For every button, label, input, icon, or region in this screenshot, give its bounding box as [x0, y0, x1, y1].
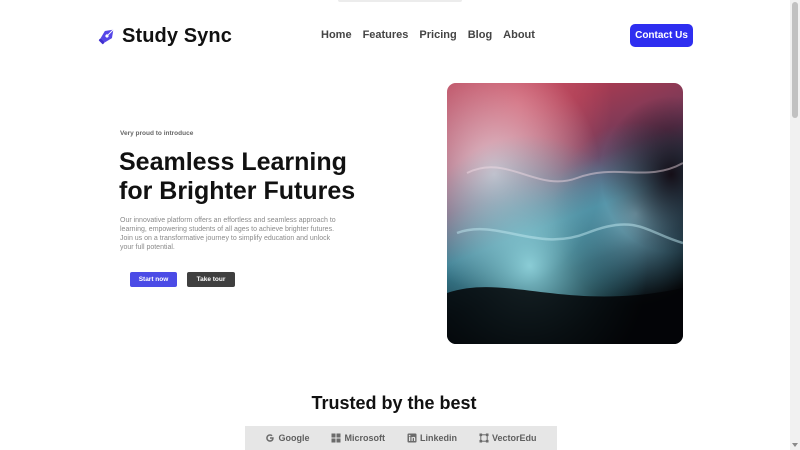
scroll-down-arrow-icon[interactable]	[792, 443, 798, 447]
brand-label: Microsoft	[344, 433, 385, 443]
brand-vectoredu: VectorEdu	[479, 433, 537, 443]
hero-image	[447, 83, 683, 344]
brand-label: Linkedin	[419, 433, 457, 443]
google-icon	[265, 433, 275, 443]
top-tab-indicator	[338, 0, 462, 2]
trusted-title: Trusted by the best	[311, 393, 477, 413]
hero-title: Seamless Learning for Brighter Futures	[119, 148, 356, 205]
brand-label: Google	[278, 433, 310, 443]
partner-logos: Google Microsoft Linkedin VectorEdu	[245, 426, 557, 450]
linkedin-icon	[407, 433, 417, 443]
nav-item-blog[interactable]: Blog	[468, 28, 492, 44]
brand-linkedin: Linkedin	[407, 433, 457, 443]
brand-logo[interactable]: Study Sync	[96, 22, 232, 50]
nav-item-home[interactable]: Home	[321, 28, 352, 44]
brand-label: VectorEdu	[492, 433, 537, 443]
nav-item-features[interactable]: Features	[363, 28, 409, 44]
main-nav: Home Features Pricing Blog About	[321, 28, 546, 44]
nav-item-about[interactable]: About	[503, 28, 535, 44]
brand-name: Study Sync	[122, 24, 232, 47]
brand-google: Google	[265, 433, 309, 443]
microsoft-icon	[331, 433, 341, 443]
start-now-button[interactable]: Start now	[130, 272, 177, 287]
nav-item-pricing[interactable]: Pricing	[419, 28, 456, 44]
scrollbar-thumb[interactable]	[792, 2, 798, 118]
vector-icon	[479, 433, 489, 443]
pen-nib-icon	[96, 25, 118, 47]
brand-microsoft: Microsoft	[331, 433, 385, 443]
hero-description: Our innovative platform offers an effort…	[120, 217, 336, 251]
page-scrollbar[interactable]	[790, 0, 800, 450]
hero-eyebrow: Very proud to introduce	[120, 130, 194, 137]
contact-us-button[interactable]: Contact Us	[630, 24, 693, 47]
take-tour-button[interactable]: Take tour	[187, 272, 235, 287]
landing-page: Study Sync Home Features Pricing Blog Ab…	[0, 0, 800, 450]
